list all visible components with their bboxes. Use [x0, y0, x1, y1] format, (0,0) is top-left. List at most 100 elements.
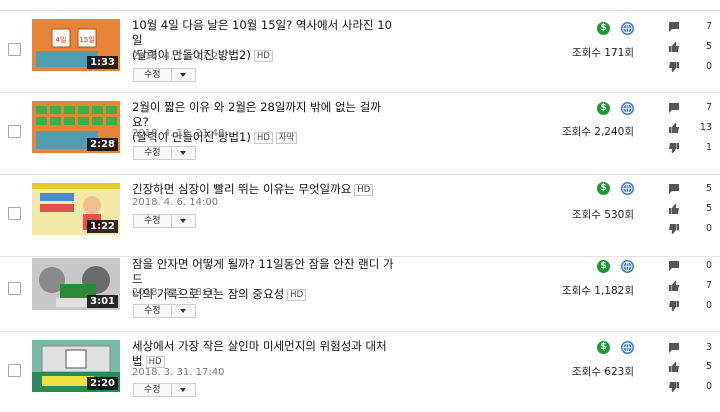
view-count: 조회수 530회 [571, 209, 634, 221]
monetization-dollar-icon[interactable]: $ [597, 341, 610, 354]
upload-date: 2018. 4. 3. 18:33 [132, 287, 219, 298]
select-checkbox[interactable] [8, 43, 21, 56]
video-title-line1: 2월이 짧은 이유 와 2월은 28일까지 밖에 없는 걸까요? [132, 100, 381, 129]
video-title-line1: 10월 4일 다음 날은 10월 15일? 역사에서 사라진 10일 [132, 18, 392, 47]
comment-count: 5 [705, 183, 712, 194]
comment-icon [668, 342, 680, 354]
view-count: 조회수 2,240회 [561, 126, 634, 138]
view-count: 조회수 171회 [571, 47, 634, 59]
video-row: 4일 15일 1:33 10월 4일 다음 날은 10월 15일? 역사에서 사… [0, 11, 720, 93]
thumbs-up-icon [668, 203, 680, 215]
hd-badge: HD [287, 289, 307, 301]
dislike-count: 1 [705, 142, 712, 153]
edit-control: 수정 [133, 146, 196, 160]
dislike-count: 0 [705, 61, 712, 72]
video-title-line1: 잠을 안자면 어떻게 될까? 11일동안 잠을 안잔 랜디 가드 [132, 257, 394, 286]
dislike-count: 0 [705, 381, 712, 392]
like-count: 5 [705, 361, 712, 372]
video-duration: 1:22 [87, 220, 118, 233]
public-globe-icon[interactable] [621, 182, 634, 195]
monetization-dollar-icon[interactable]: $ [597, 182, 610, 195]
thumbs-up-icon [668, 280, 680, 292]
comment-count: 3 [705, 342, 712, 353]
comment-count: 0 [705, 260, 712, 271]
video-duration: 2:20 [87, 377, 118, 390]
thumbs-down-icon [668, 381, 680, 393]
monetization-dollar-icon[interactable]: $ [597, 102, 610, 115]
hd-badge: HD [354, 184, 374, 196]
svg-text:4일: 4일 [56, 35, 67, 44]
upload-date: 2018. 3. 31. 17:40 [132, 367, 225, 378]
comment-count: 7 [705, 21, 712, 32]
public-globe-icon[interactable] [621, 22, 634, 35]
edit-button[interactable]: 수정 [133, 214, 172, 228]
edit-dropdown-chevron-down-icon[interactable] [171, 304, 196, 318]
like-count: 5 [705, 41, 712, 52]
video-row: 2:20 세상에서 가장 작은 살인마 미세먼지의 위험성과 대처 법 HD 20… [0, 332, 720, 412]
video-title-line1: 긴장하면 심장이 빨리 뛰는 이유는 무엇일까요 [132, 182, 352, 196]
video-row: 2:28 2월이 짧은 이유 와 2월은 28일까지 밖에 없는 걸까요? (달… [0, 93, 720, 175]
select-checkbox[interactable] [8, 282, 21, 295]
public-globe-icon[interactable] [621, 260, 634, 273]
edit-button[interactable]: 수정 [133, 383, 172, 397]
thumbs-down-icon [668, 61, 680, 73]
select-checkbox[interactable] [8, 207, 21, 220]
edit-control: 수정 [133, 383, 196, 397]
like-count: 7 [705, 280, 712, 291]
video-duration: 3:01 [87, 295, 118, 308]
svg-text:15일: 15일 [79, 35, 94, 44]
edit-dropdown-chevron-down-icon[interactable] [171, 146, 196, 160]
video-row: 3:01 잠을 안자면 어떻게 될까? 11일동안 잠을 안잔 랜디 가드 너의… [0, 250, 720, 332]
video-title[interactable]: 긴장하면 심장이 빨리 뛰는 이유는 무엇일까요 HD [132, 182, 397, 197]
like-count: 5 [705, 203, 712, 214]
edit-control: 수정 [133, 68, 196, 82]
video-thumbnail[interactable]: 3:01 [32, 258, 120, 310]
public-globe-icon[interactable] [621, 102, 634, 115]
edit-dropdown-chevron-down-icon[interactable] [171, 214, 196, 228]
upload-date: 2018. 4. 12. 17:28 [132, 51, 225, 62]
video-thumbnail[interactable]: 4일 15일 1:33 [32, 19, 120, 71]
video-title-line1: 세상에서 가장 작은 살인마 미세먼지의 위험성과 대처 [132, 339, 387, 353]
subtitle-badge: 자막 [275, 132, 298, 144]
edit-control: 수정 [133, 214, 196, 228]
select-checkbox[interactable] [8, 364, 21, 377]
view-count: 조회수 623회 [571, 366, 634, 378]
thumbs-up-icon [668, 361, 680, 373]
upload-date: 2018. 4. 6. 14:00 [132, 197, 219, 208]
comment-icon [668, 21, 680, 33]
edit-button[interactable]: 수정 [133, 304, 172, 318]
monetization-dollar-icon[interactable]: $ [597, 260, 610, 273]
dislike-count: 0 [705, 223, 712, 234]
video-title-line2: 법 [132, 354, 143, 368]
thumbs-down-icon [668, 300, 680, 312]
edit-button[interactable]: 수정 [133, 146, 172, 160]
public-globe-icon[interactable] [621, 341, 634, 354]
monetization-dollar-icon[interactable]: $ [597, 22, 610, 35]
hd-badge: HD [253, 50, 273, 62]
video-duration: 1:33 [87, 56, 118, 69]
video-thumbnail[interactable]: 2:20 [32, 340, 120, 392]
hd-badge: HD [253, 132, 273, 144]
like-count: 13 [699, 122, 712, 133]
video-thumbnail[interactable]: 2:28 [32, 101, 120, 153]
view-count: 조회수 1,182회 [561, 285, 634, 297]
video-title[interactable]: 세상에서 가장 작은 살인마 미세먼지의 위험성과 대처 법 HD [132, 339, 397, 369]
video-row: 1:22 긴장하면 심장이 빨리 뛰는 이유는 무엇일까요 HD 2018. 4.… [0, 175, 720, 257]
thumbs-up-icon [668, 41, 680, 53]
video-thumbnail[interactable]: 1:22 [32, 183, 120, 235]
edit-dropdown-chevron-down-icon[interactable] [171, 383, 196, 397]
comment-icon [668, 260, 680, 272]
upload-date: 2018. 4. 10. 21:48 [132, 128, 225, 139]
comment-icon [668, 183, 680, 195]
thumbs-down-icon [668, 142, 680, 154]
thumbs-up-icon [668, 122, 680, 134]
dislike-count: 0 [705, 300, 712, 311]
select-checkbox[interactable] [8, 125, 21, 138]
video-duration: 2:28 [87, 138, 118, 151]
thumbs-down-icon [668, 223, 680, 235]
edit-control: 수정 [133, 304, 196, 318]
comment-count: 7 [705, 102, 712, 113]
edit-dropdown-chevron-down-icon[interactable] [171, 68, 196, 82]
comment-icon [668, 102, 680, 114]
edit-button[interactable]: 수정 [133, 68, 172, 82]
